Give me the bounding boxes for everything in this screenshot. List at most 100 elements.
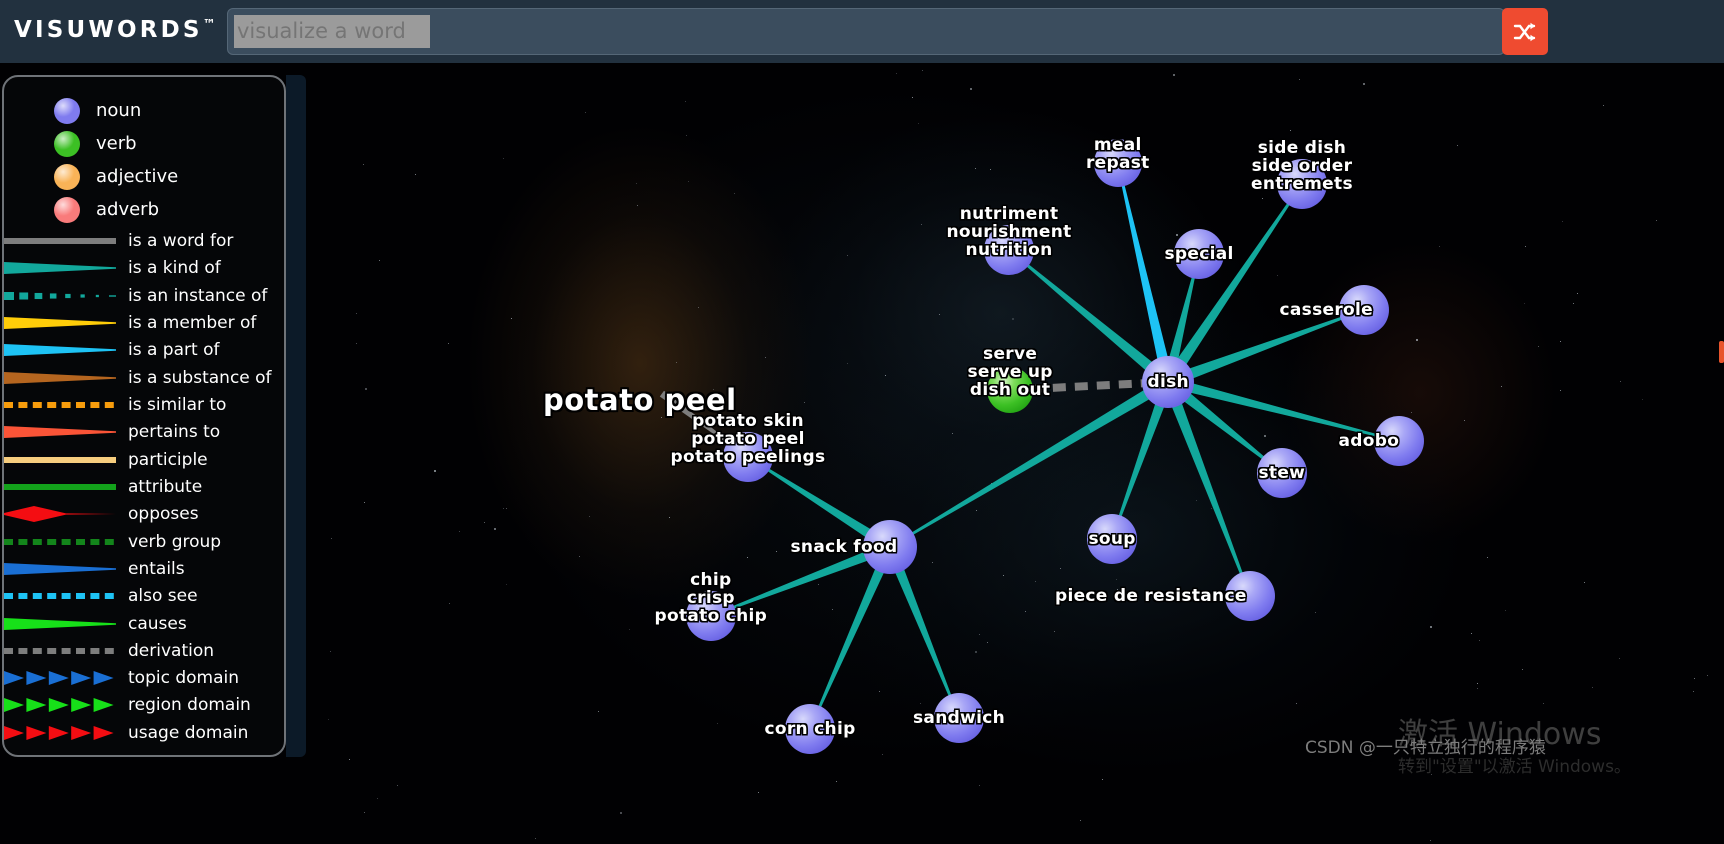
- graph-node-stew[interactable]: [1257, 448, 1307, 498]
- graph-edge: [1180, 380, 1389, 440]
- graph-node-sidedish[interactable]: [1277, 159, 1327, 209]
- search-input[interactable]: [234, 15, 430, 48]
- legend-relation-line: [4, 313, 116, 333]
- legend-relation-line: [4, 368, 116, 388]
- graph-node-snackfood[interactable]: [863, 520, 917, 574]
- graph-edge: [890, 558, 956, 708]
- legend-relation-line: [4, 641, 116, 661]
- right-edge-marker: [1719, 341, 1724, 363]
- legend-pos-dot: [54, 163, 80, 190]
- graph-edge: [1168, 393, 1248, 586]
- legend-relation-swatch: [4, 647, 114, 654]
- graph-node-meal[interactable]: [1094, 139, 1142, 187]
- legend-relation-line: [4, 395, 116, 415]
- legend-relation-swatch: [4, 697, 114, 712]
- legend-relation-line: [4, 231, 116, 251]
- legend-relation-is-a-substance-of[interactable]: is a substance of: [4, 364, 284, 391]
- graph-edge: [1119, 173, 1171, 370]
- graph-node-potatoskin[interactable]: [723, 432, 773, 482]
- legend-pos-dot: [54, 97, 80, 124]
- legend-relation-label: opposes: [128, 503, 199, 524]
- legend-relation-line: [4, 532, 116, 552]
- app-logo: VISUWORDS™: [14, 17, 216, 43]
- graph-edge: [1016, 256, 1161, 378]
- legend-pos-noun[interactable]: noun: [4, 94, 284, 127]
- headword-label: potato peel: [543, 383, 737, 417]
- legend-relation-derivation[interactable]: derivation: [4, 637, 284, 664]
- graph-node-chip[interactable]: [686, 591, 736, 641]
- csdn-watermark: CSDN @一只特立独行的程序猿: [1305, 738, 1546, 758]
- legend-pos-label: adverb: [96, 199, 160, 220]
- legend-relation-label: entails: [128, 558, 185, 579]
- legend-relation-label: is a part of: [128, 339, 220, 360]
- legend-relation-label: attribute: [128, 476, 203, 497]
- shuffle-icon: [1513, 22, 1536, 41]
- legend-relation-label: topic domain: [128, 667, 239, 688]
- graph-node-soup[interactable]: [1087, 514, 1137, 564]
- graph-edge: [756, 462, 881, 544]
- graph-node-adobo[interactable]: [1374, 416, 1424, 466]
- legend-relation-swatch: [4, 425, 116, 438]
- legend-relation-causes[interactable]: causes: [4, 610, 284, 637]
- legend-relation-is-a-member-of[interactable]: is a member of: [4, 309, 284, 336]
- legend-relation-usage-domain[interactable]: usage domain: [4, 719, 284, 746]
- legend-relation-attribute[interactable]: attribute: [4, 473, 284, 500]
- graph-node-dish[interactable]: [1142, 356, 1194, 408]
- graph-edge: [721, 547, 878, 613]
- legend-pos-adjective[interactable]: adjective: [4, 160, 284, 193]
- legend-relation-swatch: [4, 538, 114, 545]
- legend-relation-line: [4, 614, 116, 634]
- legend-relation-line: [4, 258, 116, 278]
- graph-node-nutriment[interactable]: [984, 225, 1034, 275]
- legend-relation-label: is similar to: [128, 394, 227, 415]
- legend-relation-swatch: [4, 617, 116, 630]
- legend-relation-opposes[interactable]: opposes: [4, 500, 284, 527]
- legend-relation-topic-domain[interactable]: topic domain: [4, 664, 284, 691]
- legend-relation-is-similar-to[interactable]: is similar to: [4, 391, 284, 418]
- legend-relation-swatch: [4, 592, 114, 599]
- legend-side-strip: [286, 75, 306, 757]
- legend-relation-swatch: [4, 562, 116, 575]
- legend-relation-participle[interactable]: participle: [4, 446, 284, 473]
- legend-panel[interactable]: noun verb adjective adverb is a word for is a…: [2, 75, 286, 757]
- graph-node-casserole[interactable]: [1339, 285, 1389, 335]
- legend-relation-pertains-to[interactable]: pertains to: [4, 418, 284, 445]
- legend-relation-is-a-kind-of[interactable]: is a kind of: [4, 254, 284, 281]
- legend-relation-verb-group[interactable]: verb group: [4, 528, 284, 555]
- legend-relation-swatch: [4, 401, 114, 408]
- legend-relation-label: derivation: [128, 640, 215, 661]
- graph-node-sandwich[interactable]: [934, 693, 984, 743]
- legend-relation-swatch: [4, 483, 116, 490]
- legend-relation-line: [4, 559, 116, 579]
- legend-relation-swatch: [4, 725, 114, 740]
- legend-relation-is-a-part-of[interactable]: is a part of: [4, 336, 284, 363]
- graph-node-cornchip[interactable]: [785, 704, 835, 754]
- legend-relation-label: causes: [128, 613, 187, 634]
- legend-relation-line: [4, 286, 116, 306]
- graph-node-serve[interactable]: [987, 367, 1033, 413]
- legend-relation-line: [4, 695, 116, 715]
- legend-relation-label: also see: [128, 585, 198, 606]
- legend-relation-line: [4, 586, 116, 606]
- shuffle-icon-button[interactable]: [1502, 8, 1548, 55]
- legend-relation-is-a-word-for[interactable]: is a word for: [4, 227, 284, 254]
- legend-relation-line: [4, 450, 116, 470]
- legend-pos-verb[interactable]: verb: [4, 127, 284, 160]
- legend-relation-label: verb group: [128, 531, 222, 552]
- legend-relation-region-domain[interactable]: region domain: [4, 691, 284, 718]
- legend-relation-label: is a kind of: [128, 257, 221, 278]
- graph-node-pdr[interactable]: [1225, 571, 1275, 621]
- search-bar[interactable]: [227, 8, 1505, 55]
- legend-relation-label: region domain: [128, 694, 251, 715]
- legend-relation-is-an-instance-of[interactable]: is an instance of: [4, 282, 284, 309]
- legend-pos-adverb[interactable]: adverb: [4, 193, 284, 226]
- legend-relation-line: [4, 504, 116, 524]
- graph-node-special[interactable]: [1174, 229, 1224, 279]
- legend-relation-entails[interactable]: entails: [4, 555, 284, 582]
- legend-relation-swatch: [4, 291, 116, 300]
- legend-relation-also-see[interactable]: also see: [4, 582, 284, 609]
- legend-relation-label: usage domain: [128, 722, 249, 743]
- legend-relation-label: is an instance of: [128, 285, 268, 306]
- legend-relation-swatch: [4, 670, 114, 685]
- legend-pos-dot: [54, 196, 80, 223]
